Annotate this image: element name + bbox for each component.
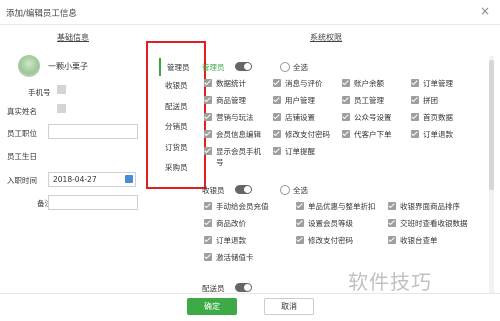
perm-label: 收银界面商品排序 — [400, 202, 460, 211]
admin-select-all-radio[interactable] — [280, 62, 290, 72]
perm-label: 激活储值卡 — [216, 253, 254, 262]
checkbox[interactable] — [273, 96, 281, 104]
cashier-toggle[interactable] — [235, 185, 252, 194]
perm-label: 交班时查看收银数据 — [400, 219, 468, 228]
checkbox[interactable] — [296, 236, 304, 244]
perm-label: 店铺设置 — [285, 113, 315, 122]
checkbox[interactable] — [204, 219, 212, 227]
checkbox[interactable] — [204, 236, 212, 244]
perm-label: 首页数据 — [423, 113, 453, 122]
cashier-select-all-radio[interactable] — [280, 185, 290, 195]
perm-label: 商品改价 — [216, 219, 246, 228]
cashier-select-all-label: 全选 — [293, 186, 308, 195]
birthday-label: 员工生日 — [7, 152, 37, 161]
dialog-title: 添加/编辑员工信息 — [6, 9, 77, 19]
basic-info-header: 基础信息 — [57, 33, 89, 42]
phone-value-redacted — [57, 85, 66, 94]
perm-label: 显示会员手机 — [216, 147, 261, 156]
checkbox[interactable] — [342, 130, 350, 138]
perm-label: 拼团 — [423, 96, 438, 105]
admin-select-all-label: 全选 — [293, 63, 308, 72]
checkbox[interactable] — [296, 219, 304, 227]
phone-label: 手机号 — [28, 88, 51, 97]
checkbox[interactable] — [204, 202, 212, 210]
checkbox[interactable] — [388, 219, 396, 227]
perm-label: 订单退款 — [423, 130, 453, 139]
perm-label: 订单管理 — [423, 79, 453, 88]
real-name-label: 真实姓名 — [7, 107, 37, 116]
admin-toggle[interactable] — [235, 62, 252, 71]
scrollbar-thumb[interactable] — [489, 60, 494, 190]
perm-label: 账户余额 — [354, 79, 384, 88]
perm-label: 商品管理 — [216, 96, 246, 105]
checkbox[interactable] — [411, 96, 419, 104]
entry-date-value: 2018-04-27 — [53, 175, 97, 184]
close-icon[interactable]: × — [480, 4, 490, 18]
delivery-toggle[interactable] — [235, 283, 252, 292]
checkbox[interactable] — [204, 79, 212, 87]
position-field[interactable] — [48, 124, 138, 139]
checkbox[interactable] — [273, 79, 281, 87]
checkbox[interactable] — [411, 113, 419, 121]
checkbox[interactable] — [204, 96, 212, 104]
watermark: 软件技巧 — [348, 270, 432, 294]
checkbox[interactable] — [388, 202, 396, 210]
perm-label: 代客户下单 — [354, 130, 392, 139]
perm-label: 收银台查单 — [400, 236, 438, 245]
position-label: 员工职位 — [7, 129, 37, 138]
dialog-titlebar: 添加/编辑员工信息 × — [0, 0, 500, 24]
entry-date-field[interactable]: 2018-04-27 — [48, 172, 136, 187]
title-divider — [0, 24, 500, 25]
checkbox[interactable] — [411, 130, 419, 138]
checkbox[interactable] — [273, 147, 281, 155]
perm-label: 会员信息编辑 — [216, 130, 261, 139]
perm-label: 公众号设置 — [354, 113, 392, 122]
ok-button[interactable]: 确定 — [187, 298, 237, 315]
checkbox[interactable] — [342, 79, 350, 87]
real-name-value-redacted — [57, 104, 66, 113]
dialog-footer — [0, 294, 500, 321]
system-perms-header: 系统权限 — [310, 33, 342, 42]
perm-label: 员工管理 — [354, 96, 384, 105]
checkbox[interactable] — [342, 96, 350, 104]
perm-label: 手动给会员充值 — [216, 202, 269, 211]
perm-label: 修改支付密码 — [308, 236, 353, 245]
perm-label-wrap: 号 — [216, 158, 224, 167]
checkbox[interactable] — [204, 130, 212, 138]
role-title-cashier: 收银员 — [202, 186, 225, 195]
checkbox[interactable] — [204, 147, 212, 155]
calendar-icon[interactable] — [125, 175, 133, 183]
perm-label: 修改支付密码 — [285, 130, 330, 139]
perm-label: 单品优惠与整单折扣 — [308, 202, 376, 211]
perm-label: 订单提醒 — [285, 147, 315, 156]
permissions-panel: 管理员 全选 数据统计 消息与评价 账户余额 订单管理 商品管理 用户管理 员工… — [200, 56, 485, 294]
checkbox[interactable] — [296, 202, 304, 210]
avatar — [18, 55, 40, 77]
checkbox[interactable] — [388, 236, 396, 244]
employee-nickname: 一颗小栗子 — [48, 62, 88, 71]
checkbox[interactable] — [204, 253, 212, 261]
highlight-box — [146, 41, 206, 189]
perm-label: 用户管理 — [285, 96, 315, 105]
checkbox[interactable] — [204, 113, 212, 121]
checkbox[interactable] — [273, 130, 281, 138]
perm-label: 数据统计 — [216, 79, 246, 88]
perm-label: 消息与评价 — [285, 79, 323, 88]
perm-label: 营销与玩法 — [216, 113, 254, 122]
role-title-admin: 管理员 — [202, 63, 225, 72]
cancel-button[interactable]: 取消 — [264, 298, 314, 315]
checkbox[interactable] — [342, 113, 350, 121]
checkbox[interactable] — [273, 113, 281, 121]
perm-label: 设置会员等级 — [308, 219, 353, 228]
checkbox[interactable] — [411, 79, 419, 87]
note-field[interactable] — [48, 195, 138, 210]
entry-date-label: 入职时间 — [7, 176, 37, 185]
perm-label: 订单退款 — [216, 236, 246, 245]
